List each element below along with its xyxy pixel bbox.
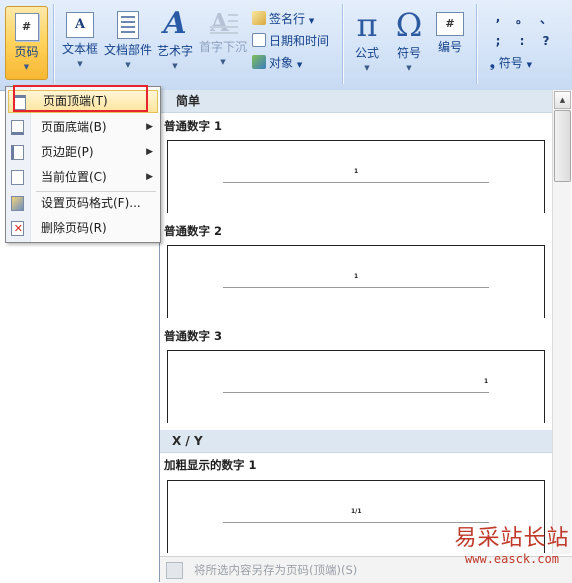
text-box-label: 文本框 — [61, 42, 98, 56]
preview-number: 1 — [354, 168, 359, 175]
gallery-scrollbar[interactable]: ▲ — [552, 90, 571, 554]
gallery-item-title: 普通数字 3 — [164, 329, 223, 343]
group-separator — [53, 4, 54, 84]
ribbon: # 页码 ▼ A 文本框 ▼ 文档部件 ▼ A 艺术字 ▼ A 首字下沉 ▼ 签… — [0, 0, 572, 91]
watermark-chinese: 易采站长站 — [454, 526, 570, 551]
gallery-preview-plain-3[interactable]: 1 — [167, 350, 545, 423]
preview-number: 1 — [354, 273, 359, 280]
quick-parts-label: 文档部件 — [103, 43, 152, 57]
page-number-gallery: 简单 普通数字 1 1 普通数字 2 1 普通数字 3 1 X / Y 加粗显示… — [159, 90, 572, 583]
gallery-item-title: 普通数字 2 — [164, 224, 223, 238]
drop-cap-label: 首字下沉 — [198, 40, 247, 54]
menu-item-remove-page-numbers[interactable]: ✕ 删除页码(R) — [7, 217, 159, 240]
gallery-section-header: 简单 — [160, 90, 552, 113]
symbol-cell[interactable]: ; — [488, 34, 508, 48]
gallery-section-header: X / Y — [160, 430, 552, 453]
chevron-down-icon: ▼ — [308, 17, 315, 25]
numbering-label: 编号 — [437, 40, 462, 54]
equation-label: 公式 — [354, 46, 379, 60]
text-box-button[interactable]: A 文本框 ▼ — [58, 6, 102, 68]
chevron-down-icon: ▼ — [77, 60, 83, 68]
chevron-down-icon: ▼ — [220, 58, 226, 66]
remove-page-number-icon: ✕ — [11, 221, 24, 236]
pi-icon: π — [356, 6, 378, 44]
group-separator — [342, 4, 343, 84]
wordart-button[interactable]: A 艺术字 ▼ — [154, 6, 196, 71]
signature-line-label: 签名行 — [269, 12, 306, 26]
symbol-button[interactable]: Ω 符号 ▼ — [389, 6, 429, 72]
symbol-label: 符号 — [396, 46, 421, 60]
wordart-icon: A — [163, 6, 187, 41]
page-number-button[interactable]: # 页码 ▼ — [5, 6, 48, 80]
date-time-label: 日期和时间 — [269, 34, 330, 48]
chevron-down-icon: ▼ — [23, 63, 30, 71]
chevron-right-icon: ▶ — [146, 122, 153, 132]
chevron-down-icon: ▼ — [296, 61, 303, 69]
gallery-item-title: 加粗显示的数字 1 — [164, 458, 257, 472]
quick-parts-button[interactable]: 文档部件 ▼ — [103, 6, 153, 69]
symbol-cell[interactable]: : — [512, 34, 532, 48]
page-bottom-icon — [11, 120, 24, 135]
symbol-cell[interactable]: 。 — [512, 10, 532, 27]
scroll-thumb[interactable] — [554, 110, 571, 182]
wordart-label: 艺术字 — [156, 44, 193, 58]
signature-icon — [252, 11, 266, 25]
gallery-preview-plain-2[interactable]: 1 — [167, 245, 545, 318]
object-icon — [252, 55, 266, 69]
chevron-down-icon: ▼ — [172, 62, 178, 70]
menu-item-page-margins[interactable]: 页边距(P) ▶ — [7, 141, 159, 164]
gallery-preview-plain-1[interactable]: 1 — [167, 140, 545, 213]
chevron-down-icon: ▼ — [364, 64, 370, 72]
signature-line-button[interactable]: 签名行 ▼ — [252, 10, 314, 28]
chevron-down-icon: ▼ — [526, 61, 532, 69]
drop-cap-button[interactable]: A 首字下沉 ▼ — [198, 6, 248, 67]
current-position-icon — [11, 170, 24, 185]
symbol-menu-icon: ❟ — [490, 56, 495, 70]
menu-item-bottom-of-page[interactable]: 页面底端(B) ▶ — [7, 116, 159, 139]
site-watermark: 易采站长站 www.easck.com — [452, 526, 572, 566]
date-time-button[interactable]: 日期和时间 — [252, 32, 329, 50]
menu-item-format-page-numbers[interactable]: 设置页码格式(F)... — [7, 192, 159, 215]
format-page-number-icon — [11, 196, 24, 211]
group-separator — [476, 4, 477, 84]
chevron-right-icon: ▶ — [146, 147, 153, 157]
chevron-down-icon: ▼ — [125, 61, 131, 69]
drop-cap-icon: A — [208, 10, 238, 36]
equation-button[interactable]: π 公式 ▼ — [347, 6, 387, 72]
calendar-icon — [252, 33, 266, 47]
symbol-menu-label: 符号 — [498, 56, 523, 70]
symbol-cell[interactable]: ? — [536, 34, 556, 48]
text-box-icon: A — [66, 12, 94, 38]
quick-parts-icon — [117, 11, 139, 39]
symbol-cell[interactable]: , — [488, 10, 508, 24]
save-selection-label: 将所选内容另存为页码(顶端)(S) — [194, 563, 358, 577]
object-button[interactable]: 对象 ▼ — [252, 54, 302, 72]
symbol-cell[interactable]: 、 — [536, 10, 556, 27]
menu-item-current-position[interactable]: 当前位置(C) ▶ — [7, 166, 159, 189]
chevron-right-icon: ▶ — [146, 172, 153, 182]
page-margin-icon — [11, 145, 24, 160]
numbering-button[interactable]: # 编号 — [431, 6, 469, 55]
preview-number: 1 — [484, 378, 489, 385]
omega-icon: Ω — [395, 6, 423, 44]
page-number-label: 页码 — [14, 45, 39, 59]
object-label: 对象 — [269, 56, 294, 70]
symbol-menu-button[interactable]: ❟ 符号 ▼ — [490, 54, 532, 72]
chevron-down-icon: ▼ — [406, 64, 412, 72]
scroll-up-icon[interactable]: ▲ — [554, 91, 571, 109]
numbering-icon: # — [436, 12, 464, 36]
watermark-url: www.easck.com — [465, 552, 559, 566]
save-gallery-icon — [166, 562, 183, 579]
gallery-item-title: 普通数字 1 — [164, 119, 223, 133]
preview-number: 1/1 — [351, 508, 362, 515]
highlight-annotation-box — [13, 85, 148, 112]
page-number-icon: # — [14, 13, 39, 41]
